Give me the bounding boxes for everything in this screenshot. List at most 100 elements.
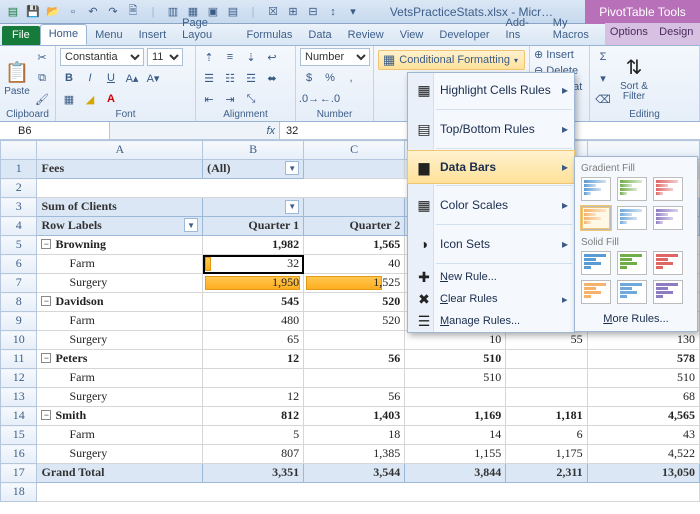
tab-addins[interactable]: Add-Ins (498, 14, 545, 45)
menu-icon-sets[interactable]: ◑ Icon Sets ▸ (408, 227, 574, 261)
tab-design[interactable]: Design (653, 23, 700, 45)
fill-button[interactable]: ▾ (594, 69, 612, 87)
comma-format-button[interactable]: , (342, 69, 360, 87)
tab-page-layout[interactable]: Page Layou (174, 14, 238, 45)
menu-color-scales[interactable]: ▦ Color Scales ▸ (408, 188, 574, 222)
row-2[interactable]: 2 (1, 179, 37, 198)
databar-solid-orange[interactable] (581, 280, 611, 304)
grow-font-button[interactable]: A▴ (123, 69, 141, 87)
open-icon[interactable]: 📂 (44, 3, 62, 21)
menu-data-bars[interactable]: ▆ Data Bars ▸ (407, 150, 575, 184)
font-name-select[interactable]: Constantia (60, 48, 144, 66)
decrease-indent-button[interactable]: ⇤ (200, 90, 218, 108)
tab-options[interactable]: Options (605, 23, 652, 45)
tab-insert[interactable]: Insert (131, 26, 175, 45)
row-labels-dropdown-icon[interactable]: ▼ (184, 218, 198, 232)
collapse-icon[interactable]: − (41, 353, 51, 363)
sort-filter-button[interactable]: ⇅ Sort & Filter (615, 48, 653, 108)
databar-solid-green[interactable] (617, 251, 647, 275)
qat-customize-icon[interactable]: ▾ (344, 3, 362, 21)
cut-icon[interactable]: ✂ (33, 48, 51, 66)
autosum-button[interactable]: Σ (594, 48, 612, 66)
italic-button[interactable]: I (81, 69, 99, 87)
undo-icon[interactable]: ↶ (84, 3, 102, 21)
percent-format-button[interactable]: % (321, 69, 339, 87)
filter-dropdown-icon[interactable]: ▼ (285, 161, 299, 175)
databar-gradient-green[interactable] (617, 177, 647, 201)
row-1[interactable]: 1 (1, 160, 37, 179)
collapse-icon[interactable]: − (41, 239, 51, 249)
shrink-font-button[interactable]: A▾ (144, 69, 162, 87)
select-all[interactable] (1, 141, 37, 160)
orientation-button[interactable]: ⤡ (242, 90, 260, 108)
decrease-decimal-button[interactable]: ←.0 (321, 90, 339, 108)
menu-highlight-cells-rules[interactable]: ▦ Highlight Cells Rules ▸ (408, 73, 574, 107)
borders-button[interactable]: ▦ (60, 90, 78, 108)
collapse-icon[interactable]: − (41, 296, 51, 306)
menu-manage-rules[interactable]: ☰ Manage Rules... (408, 310, 574, 332)
tab-data[interactable]: Data (300, 26, 339, 45)
redo-icon[interactable]: ↷ (104, 3, 122, 21)
align-center-button[interactable]: ☷ (221, 69, 239, 87)
col-C[interactable]: C (304, 141, 405, 160)
tab-my-macros[interactable]: My Macros (545, 14, 605, 45)
tab-view[interactable]: View (392, 26, 432, 45)
align-top-button[interactable]: ⇡ (200, 48, 218, 66)
merge-center-button[interactable]: ⬌ (263, 69, 281, 87)
increase-decimal-button[interactable]: .0→ (300, 90, 318, 108)
underline-button[interactable]: U (102, 69, 120, 87)
bold-button[interactable]: B (60, 69, 78, 87)
col-labels-dropdown-icon[interactable]: ▼ (285, 200, 299, 214)
cell-B6[interactable]: 32 (203, 255, 304, 274)
menu-top-bottom-rules[interactable]: ▤ Top/Bottom Rules ▸ (408, 112, 574, 146)
databar-solid-purple[interactable] (653, 280, 683, 304)
col-B[interactable]: B (203, 141, 304, 160)
font-size-select[interactable]: 11 (147, 48, 183, 66)
menu-clear-rules[interactable]: ✖ Clear Rules ▸ (408, 288, 574, 310)
cell-A3[interactable]: Sum of Clients (37, 198, 203, 217)
tab-developer[interactable]: Developer (431, 26, 497, 45)
increase-indent-button[interactable]: ⇥ (221, 90, 239, 108)
tab-file[interactable]: File (2, 26, 40, 45)
wrap-text-button[interactable]: ↩ (263, 48, 281, 66)
accounting-format-button[interactable]: $ (300, 69, 318, 87)
collapse-icon[interactable]: − (41, 410, 51, 420)
conditional-formatting-button[interactable]: ▦ Conditional Formatting ▾ (378, 50, 525, 70)
format-painter-icon[interactable]: 🖌 (33, 90, 51, 108)
databar-solid-red[interactable] (653, 251, 683, 275)
row-4[interactable]: 4 (1, 217, 37, 236)
copy-icon[interactable]: ⧉ (33, 69, 51, 87)
qat-misc5[interactable]: ☒ (264, 3, 282, 21)
databar-gradient-purple[interactable] (653, 206, 683, 230)
row-3[interactable]: 3 (1, 198, 37, 217)
cell-B3[interactable]: ▼ (203, 198, 304, 217)
menu-new-rule[interactable]: ✚ New Rule... (408, 266, 574, 288)
qat-misc7[interactable]: ⊟ (304, 3, 322, 21)
databar-gradient-orange[interactable] (581, 206, 611, 230)
more-rules-link[interactable]: More Rules... (581, 309, 691, 325)
align-right-button[interactable]: ☲ (242, 69, 260, 87)
print-preview-icon[interactable]: 🗎 (124, 3, 142, 21)
databar-solid-lightblue[interactable] (617, 280, 647, 304)
align-middle-button[interactable]: ≡ (221, 48, 239, 66)
databar-gradient-lightblue[interactable] (617, 206, 647, 230)
cell-B1[interactable]: (All)▼ (203, 160, 304, 179)
col-A[interactable]: A (37, 141, 203, 160)
cell-A4[interactable]: Row Labels▼ (37, 217, 203, 236)
clear-button[interactable]: ⌫ (594, 90, 612, 108)
tab-menu[interactable]: Menu (87, 26, 131, 45)
databar-gradient-blue[interactable] (581, 177, 611, 201)
qat-misc8[interactable]: ↕ (324, 3, 342, 21)
tab-review[interactable]: Review (340, 26, 392, 45)
insert-cells-button[interactable]: ⊕ Insert (534, 48, 574, 61)
databar-gradient-red[interactable] (653, 177, 683, 201)
font-color-button[interactable]: A (102, 90, 120, 108)
align-left-button[interactable]: ☰ (200, 69, 218, 87)
number-format-select[interactable]: Number (300, 48, 370, 66)
tab-home[interactable]: Home (40, 24, 87, 45)
name-box[interactable]: B6 (0, 122, 110, 139)
fill-color-button[interactable]: ◢ (81, 90, 99, 108)
cell-A1[interactable]: Fees (37, 160, 203, 179)
new-icon[interactable]: ▫ (64, 3, 82, 21)
databar-solid-blue[interactable] (581, 251, 611, 275)
